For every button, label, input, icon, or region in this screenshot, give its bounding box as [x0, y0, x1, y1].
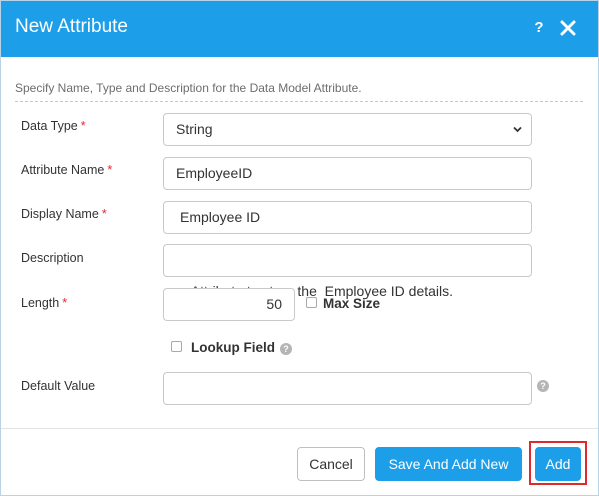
svg-text:?: ?	[283, 344, 289, 354]
data-type-select[interactable]: String	[163, 113, 532, 146]
lookup-field-label: Lookup Field	[191, 340, 275, 355]
required-marker: *	[80, 119, 86, 133]
dialog-instructions: Specify Name, Type and Description for t…	[15, 81, 362, 95]
chevron-down-icon	[513, 126, 522, 133]
display-name-label: Display Name *	[21, 207, 107, 221]
divider	[15, 101, 583, 102]
add-button[interactable]: Add	[535, 447, 581, 481]
required-marker: *	[62, 296, 68, 310]
length-label: Length *	[21, 296, 68, 310]
required-marker: *	[107, 163, 113, 177]
default-value-label: Default Value	[21, 379, 96, 393]
question-circle-icon[interactable]: ?	[537, 380, 549, 392]
dialog-header: New Attribute ?	[1, 1, 598, 57]
attribute-name-label: Attribute Name *	[21, 163, 113, 177]
footer-divider	[1, 428, 598, 429]
data-type-label: Data Type *	[21, 119, 86, 133]
cancel-button[interactable]: Cancel	[297, 447, 365, 481]
length-input[interactable]: 50	[163, 288, 295, 321]
question-circle-icon[interactable]: ?	[280, 343, 292, 355]
default-value-input[interactable]	[163, 372, 532, 405]
lookup-field-checkbox[interactable]	[171, 341, 182, 352]
svg-text:?: ?	[540, 381, 546, 391]
max-size-label: Max Size	[323, 296, 381, 311]
attribute-name-input[interactable]: EmployeeID	[163, 157, 532, 190]
description-input[interactable]: Attribute to store the Employee ID detai…	[163, 244, 532, 299]
description-label: Description	[21, 251, 84, 265]
required-marker: *	[101, 207, 107, 221]
help-icon[interactable]: ?	[532, 18, 546, 38]
display-name-input[interactable]: Employee ID	[163, 201, 532, 234]
close-icon[interactable]	[559, 19, 577, 37]
save-and-add-new-button[interactable]: Save And Add New	[375, 447, 522, 481]
new-attribute-dialog: New Attribute ? Specify Name, Type and D…	[0, 0, 599, 496]
max-size-checkbox[interactable]	[306, 297, 317, 308]
dialog-title: New Attribute	[15, 16, 128, 37]
